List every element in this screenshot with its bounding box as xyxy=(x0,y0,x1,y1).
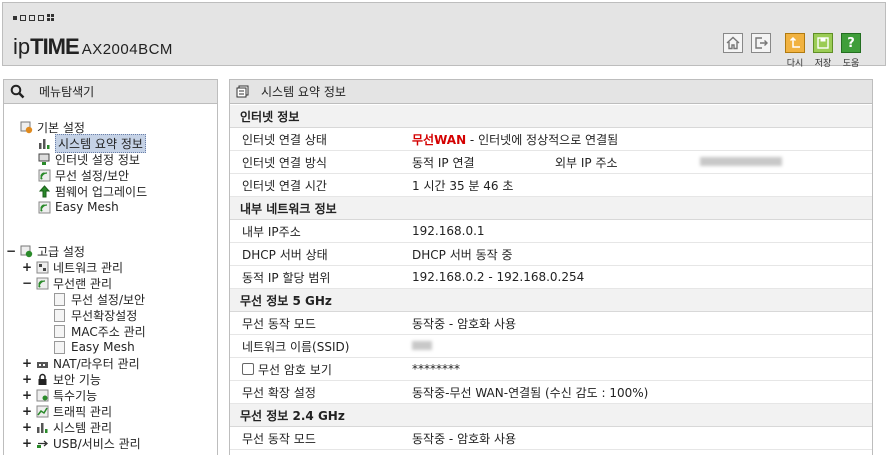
usb-icon xyxy=(36,437,49,450)
menu-explorer-header: 메뉴탐색기 xyxy=(4,80,217,104)
lock-icon xyxy=(36,373,49,386)
row-w24-mode: 무선 동작 모드 동작중 - 암호화 사용 xyxy=(230,427,872,450)
tree-subitem-mac-address[interactable]: MAC주소 관리 xyxy=(54,323,146,339)
tree-item-system[interactable]: + 시스템 관리 xyxy=(22,419,112,435)
logo-dots xyxy=(13,14,54,21)
expand-icon[interactable]: + xyxy=(22,388,32,402)
traffic-icon xyxy=(36,405,49,418)
section-lan: 내부 네트워크 정보 xyxy=(230,197,872,220)
row-internet-state: 인터넷 연결 상태 무선WAN - 인터넷에 정상적으로 연결됨 xyxy=(230,128,872,151)
tree-subitem-easy-mesh[interactable]: Easy Mesh xyxy=(54,339,135,355)
expand-icon[interactable]: + xyxy=(22,420,32,434)
tree-item-usb-service[interactable]: + USB/서비스 관리 xyxy=(22,435,141,451)
logout-icon[interactable] xyxy=(751,33,771,53)
expand-icon[interactable]: + xyxy=(22,356,32,370)
show-password-checkbox[interactable] xyxy=(242,363,254,375)
wan-status: 무선WAN xyxy=(412,132,467,147)
tree-item-special[interactable]: + 특수기능 xyxy=(22,387,97,403)
summary-icon xyxy=(236,85,249,98)
folder-settings-icon xyxy=(20,121,33,134)
expand-icon[interactable]: + xyxy=(22,404,32,418)
expand-icon[interactable]: + xyxy=(22,260,32,274)
tree-item-network[interactable]: + 네트워크 관리 xyxy=(22,259,123,275)
row-internet-method: 인터넷 연결 방식 동적 IP 연결 외부 IP 주소 xyxy=(230,151,872,174)
tree-item-security[interactable]: + 보안 기능 xyxy=(22,371,101,387)
search-icon xyxy=(10,84,25,99)
save-icon[interactable] xyxy=(813,33,833,53)
network-icon xyxy=(36,261,49,274)
tree-item-wlan[interactable]: − 무선랜 관리 xyxy=(22,275,112,291)
row-w5-ssid: 네트워크 이름(SSID) xyxy=(230,335,872,358)
content-panel: 시스템 요약 정보 인터넷 정보 인터넷 연결 상태 무선WAN - 인터넷에 … xyxy=(229,79,873,455)
ssid-redacted xyxy=(412,341,432,350)
router-icon xyxy=(36,357,49,370)
expand-icon[interactable]: + xyxy=(22,436,32,450)
row-lan-ip: 내부 IP주소 192.168.0.1 xyxy=(230,220,872,243)
menu-explorer-title: 메뉴탐색기 xyxy=(39,85,95,99)
content-header: 시스템 요약 정보 xyxy=(230,80,872,104)
menu-explorer: 메뉴탐색기 기본 설정 시스템 요약 정보 인터넷 설정 정보 무선 설정/보안… xyxy=(3,79,218,455)
tree-item-traffic[interactable]: + 트래픽 관리 xyxy=(22,403,112,419)
tree-item-system-summary[interactable]: 시스템 요약 정보 xyxy=(38,133,146,153)
tree-item-nat-router[interactable]: + NAT/라우터 관리 xyxy=(22,355,140,371)
tree-subitem-wireless-security[interactable]: 무선 설정/보안 xyxy=(54,291,145,307)
section-internet: 인터넷 정보 xyxy=(230,105,872,128)
upgrade-icon xyxy=(38,184,51,198)
tree-item-wireless-security[interactable]: 무선 설정/보안 xyxy=(38,167,129,183)
wireless-icon xyxy=(38,169,51,182)
tree-item-internet-settings[interactable]: 인터넷 설정 정보 xyxy=(38,151,140,167)
page-icon xyxy=(54,340,65,354)
tree-item-firmware-upgrade[interactable]: 펌웨어 업그레이드 xyxy=(38,183,147,199)
special-icon xyxy=(36,389,49,402)
save-label: 저장 xyxy=(814,59,832,69)
monitor-icon xyxy=(38,153,51,166)
folder-settings-icon xyxy=(20,245,33,258)
row-w5-extend: 무선 확장 설정 동작중-무선 WAN-연결됨 (수신 감도 : 100%) xyxy=(230,381,872,404)
model-name: AX2004BCM xyxy=(81,41,173,58)
page-icon xyxy=(54,324,65,338)
row-internet-time: 인터넷 연결 시간 1 시간 35 분 46 초 xyxy=(230,174,872,197)
row-w5-mode: 무선 동작 모드 동작중 - 암호화 사용 xyxy=(230,312,872,335)
refresh-icon[interactable] xyxy=(785,33,805,53)
brand-logo: ip TIME AX2004BCM xyxy=(13,34,173,59)
collapse-icon[interactable]: − xyxy=(22,276,32,290)
page-icon xyxy=(54,308,65,322)
wireless-icon xyxy=(38,201,51,214)
tree-subitem-wireless-extend[interactable]: 무선확장설정 xyxy=(54,307,137,323)
row-dhcp: DHCP 서버 상태 DHCP 서버 동작 중 xyxy=(230,243,872,266)
refresh-label: 다시 xyxy=(786,59,804,69)
row-dhcp-range: 동적 IP 할당 범위 192.168.0.2 - 192.168.0.254 xyxy=(230,266,872,289)
page-icon xyxy=(54,292,65,306)
tree-advanced-settings[interactable]: − 고급 설정 xyxy=(6,243,85,259)
section-wireless-5ghz: 무선 정보 5 GHz xyxy=(230,289,872,312)
section-wireless-24ghz: 무선 정보 2.4 GHz xyxy=(230,404,872,427)
expand-icon[interactable]: + xyxy=(22,372,32,386)
help-icon[interactable]: ? xyxy=(841,33,861,53)
app-header: ip TIME AX2004BCM 다시 저장 ? 도움 xyxy=(2,2,886,69)
chart-icon xyxy=(38,137,51,150)
collapse-icon[interactable]: − xyxy=(6,244,16,258)
tree-item-easy-mesh[interactable]: Easy Mesh xyxy=(38,199,119,215)
external-ip-redacted xyxy=(700,157,782,166)
row-w5-password: 무선 암호 보기 ******** xyxy=(230,358,872,381)
home-icon[interactable] xyxy=(723,33,743,53)
help-label: 도움 xyxy=(842,59,860,69)
wireless-icon xyxy=(36,277,49,290)
chart-icon xyxy=(36,421,49,434)
page-title: 시스템 요약 정보 xyxy=(261,85,346,99)
